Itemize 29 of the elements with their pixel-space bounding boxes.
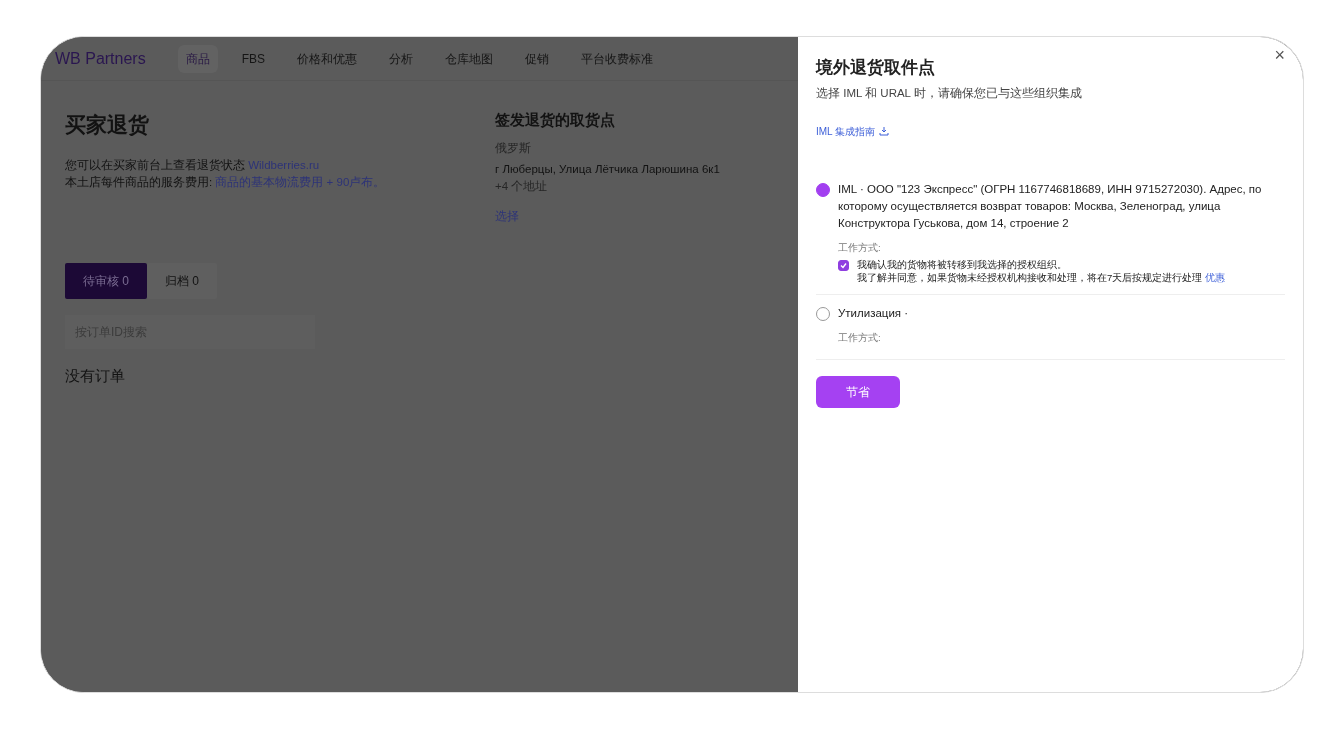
consent-text: 我了解并同意，如果货物未经授权机构接收和处理，将在7天后按规定进行处理 优惠 — [857, 271, 1225, 285]
nav-item[interactable]: 平台收费标准 — [573, 44, 662, 73]
logo: WB Partners — [55, 48, 146, 69]
nav-item[interactable]: FBS — [233, 44, 274, 73]
mode-label: 工作方式: — [838, 330, 882, 345]
tab[interactable]: 待审核 0 — [65, 263, 147, 300]
nav-item[interactable]: 分析 — [381, 44, 422, 73]
checkbox[interactable] — [838, 259, 849, 271]
radio-button[interactable] — [816, 182, 830, 197]
nav-item[interactable]: 价格和优惠 — [289, 44, 366, 73]
confirm-text: 我确认我的货物将被转移到我选择的授权组织。 — [857, 258, 1068, 272]
download-icon — [879, 126, 890, 137]
dialog-title: 境外退货取件点 — [816, 57, 936, 79]
nav-item[interactable]: 促销 — [517, 44, 558, 73]
nav-item[interactable]: 仓库地图 — [437, 44, 502, 73]
close-button[interactable]: × — [1268, 41, 1291, 70]
option-label: IML · ООО "123 Экспресс" (ОГРН 1167746818689, ИНН 9715272030). Адрес, по которому осуществляется возврат товаров: Москва, Зеленоград, улица Конструктора Гуськова, дом 14, строение 2 — [838, 181, 1263, 232]
link[interactable]: 优惠 — [1204, 271, 1225, 283]
nav-item[interactable]: 商品 — [177, 44, 218, 73]
page-title: 买家退货 — [65, 112, 150, 138]
empty-message: 没有订单 — [65, 366, 126, 387]
save-button[interactable]: 节省 — [816, 375, 900, 408]
section-title: 签发退货的取货点 — [495, 110, 616, 130]
mode-label: 工作方式: — [838, 240, 882, 255]
guide-link[interactable]: IML 集成指南 — [816, 123, 890, 139]
address-text: г Люберцы, Улица Лётчика Ларюшина 6к1 — [495, 161, 720, 177]
option-label: Утилизация · — [838, 306, 909, 322]
dialog-subtitle: 选择 IML 和 URAL 时，请确保您已与这些组织集成 — [816, 85, 1083, 101]
tab[interactable]: 归档 0 — [147, 263, 218, 300]
